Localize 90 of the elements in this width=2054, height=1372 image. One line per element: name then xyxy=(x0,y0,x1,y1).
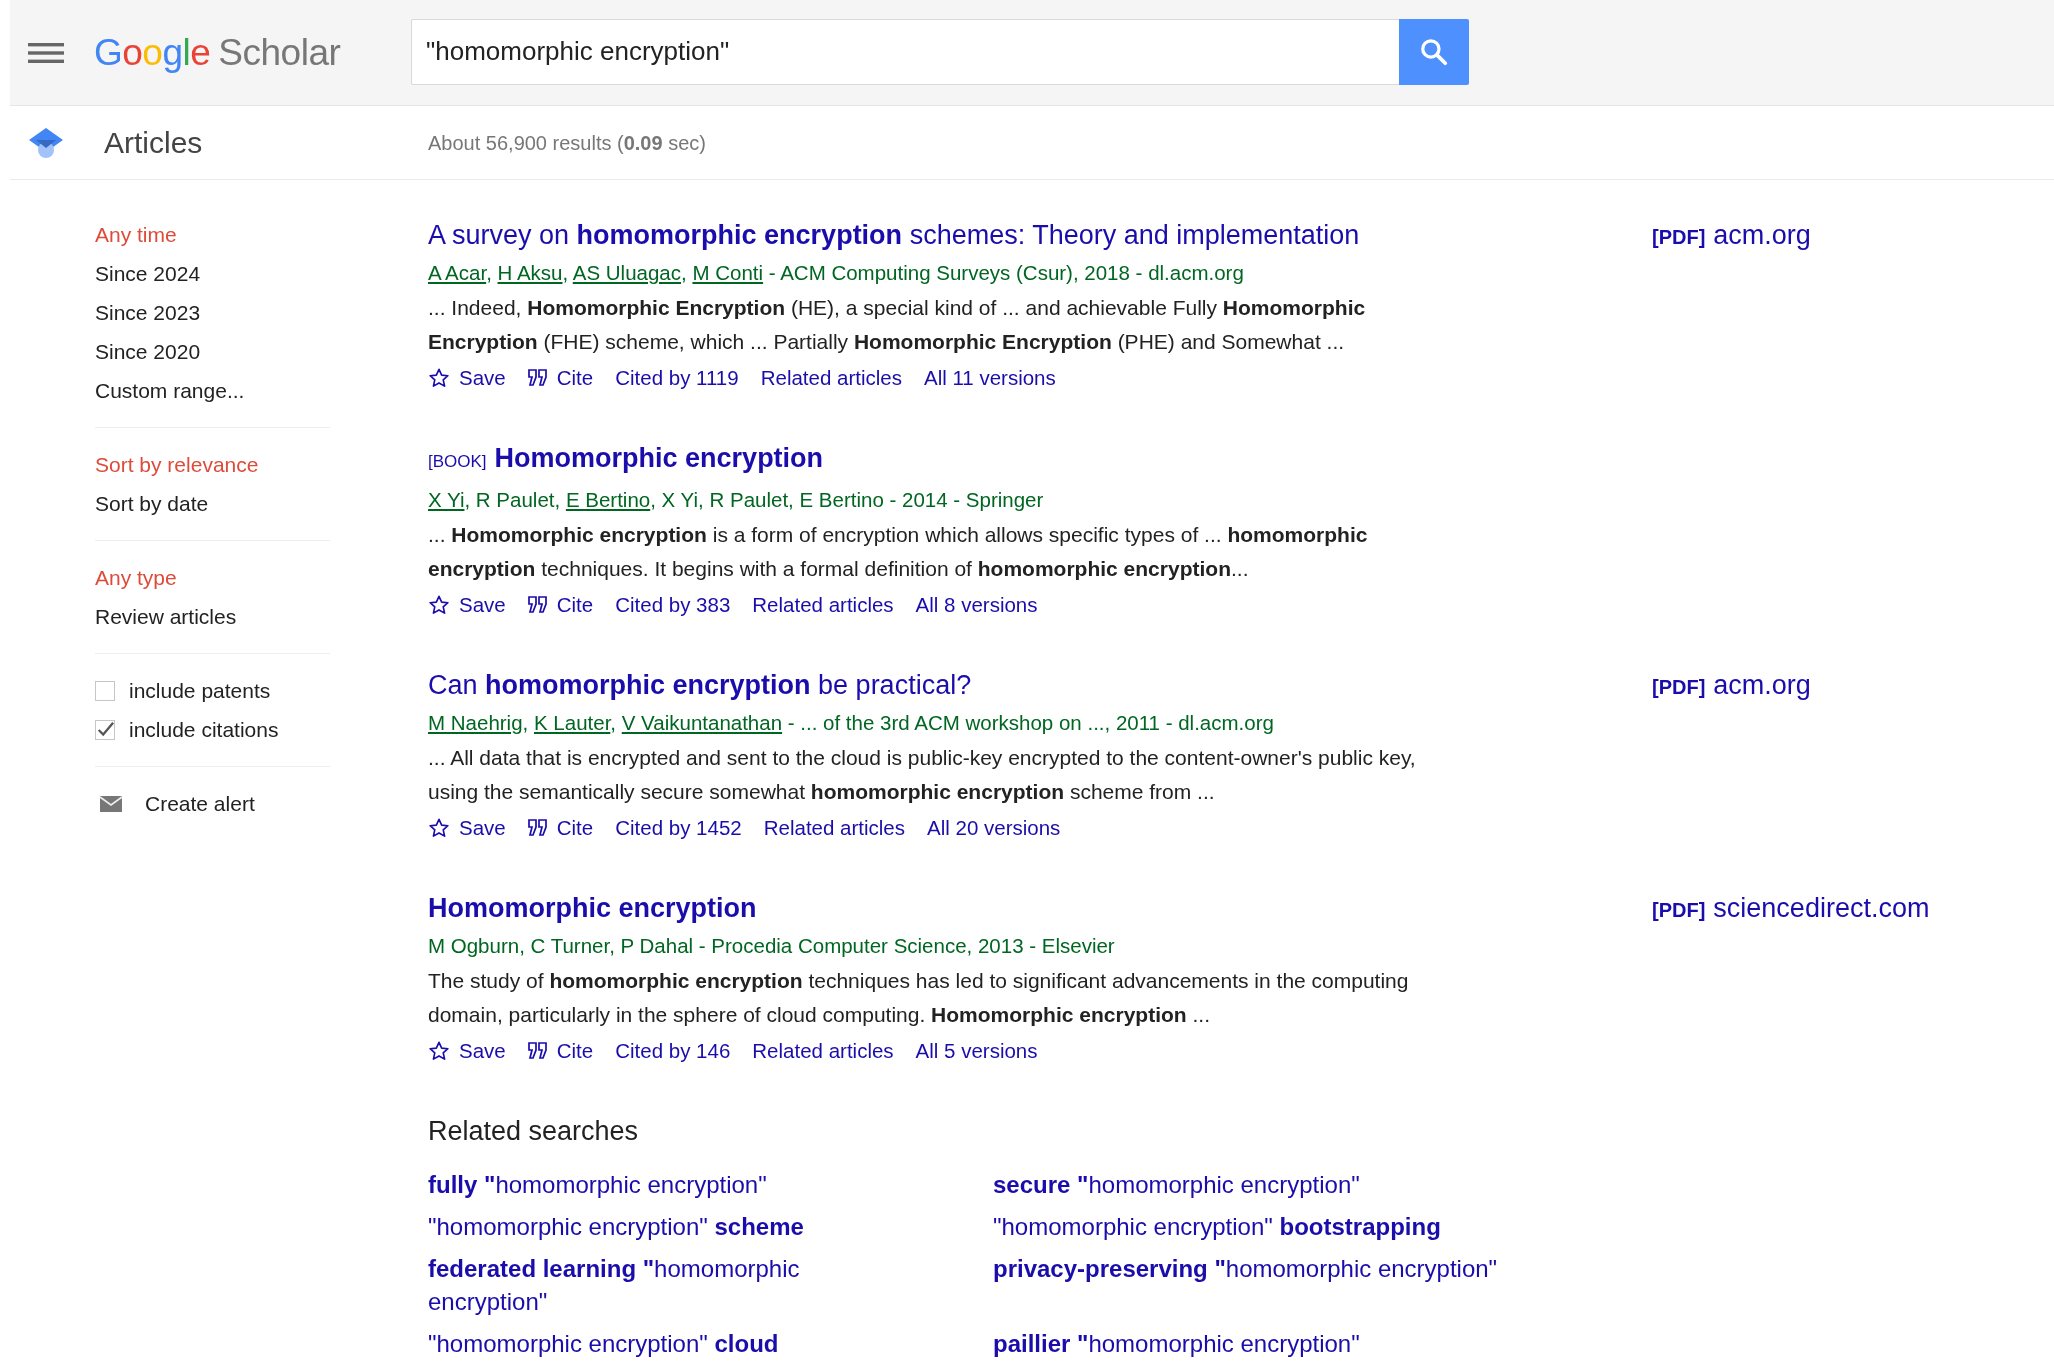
author-link[interactable]: A Acar xyxy=(428,261,487,284)
star-icon xyxy=(428,1040,450,1062)
quote-icon xyxy=(527,1042,548,1060)
cite-link[interactable]: Cite xyxy=(527,359,594,397)
related-search-link[interactable]: privacy-preserving "homomorphic encryption" xyxy=(993,1251,1513,1318)
author-link[interactable]: H Aksu xyxy=(497,261,563,284)
result-snippet: ... Indeed, Homomorphic Encryption (HE), a special kind of ... and achievable Fully Homomorphic Encryption (FHE) scheme, which ... Partially Homomorphic Encryption (PHE) and Somewhat ... xyxy=(428,295,1367,355)
byline-text: , xyxy=(562,261,570,284)
result-snippet: ... All data that is encrypted and sent to the cloud is public-key encrypted to the content-owner's public key, using the semantically secure somewhat homomorphic encryption scheme from ... xyxy=(428,745,1417,805)
checkbox[interactable] xyxy=(95,680,115,701)
star-icon xyxy=(428,817,450,839)
star-icon xyxy=(428,594,450,616)
filter-link[interactable]: Since 2023 xyxy=(95,293,428,332)
result-link[interactable]: All 20 versions xyxy=(927,809,1061,847)
author-link[interactable]: M Naehrig xyxy=(428,711,523,734)
filter-link[interactable]: Any type xyxy=(95,558,428,597)
related-search-link[interactable]: "homomorphic encryption" cloud xyxy=(428,1326,858,1360)
author-link[interactable]: K Lauter xyxy=(533,711,611,734)
checkbox-label[interactable]: include patents xyxy=(129,671,271,710)
result-link[interactable]: Cited by 146 xyxy=(615,1032,731,1070)
related-search-link[interactable]: federated learning "homomorphic encryption" xyxy=(428,1251,858,1318)
byline-text: , X Yi, R Paulet, E Bertino - 2014 - Springer xyxy=(650,488,1044,511)
byline-text: , R Paulet, xyxy=(464,488,562,511)
cap-icon xyxy=(28,125,64,160)
cite-link[interactable]: Cite xyxy=(527,809,594,847)
result-title-link[interactable]: Homomorphic encryption xyxy=(428,893,757,923)
result-link[interactable]: Related articles xyxy=(752,1032,894,1070)
save-link[interactable]: Save xyxy=(428,586,506,624)
author-link[interactable]: V Vaikuntanathan xyxy=(621,711,783,734)
result-snippet: The study of homomorphic encryption techniques has led to significant advancements in the computing domain, particularly in the sphere of cloud computing. Homomorphic encryption ... xyxy=(428,968,1410,1028)
filter-link[interactable]: Any time xyxy=(95,215,428,254)
create-alert-link[interactable]: Create alert xyxy=(95,784,428,823)
result-snippet: ... Homomorphic encryption is a form of encryption which allows specific types of ... homomorphic encryption techniques. It begins with a formal definition of homomorphic encryption... xyxy=(428,522,1369,582)
author-link[interactable]: E Bertino xyxy=(565,488,651,511)
filter-link[interactable]: Sort by relevance xyxy=(95,445,428,484)
save-link[interactable]: Save xyxy=(428,809,506,847)
result-link[interactable]: All 5 versions xyxy=(915,1032,1038,1070)
related-search-link[interactable]: secure "homomorphic encryption" xyxy=(993,1167,1513,1201)
cite-link[interactable]: Cite xyxy=(527,1032,594,1070)
search-field[interactable]: "homomorphic encryption" xyxy=(411,18,1399,85)
result-link[interactable]: Cited by 383 xyxy=(615,586,731,624)
type-tag: [BOOK] xyxy=(428,452,487,471)
logo[interactable]: Google Scholar xyxy=(94,24,411,81)
byline-text: , xyxy=(610,711,618,734)
result-link[interactable]: Cited by 1119 xyxy=(615,359,739,397)
envelope-icon xyxy=(99,794,123,813)
byline-text: - ACM Computing Surveys (Csur), 2018 - dl.acm.org xyxy=(767,261,1244,284)
result-link[interactable]: All 8 versions xyxy=(915,586,1038,624)
pdf-link[interactable]: [PDF] acm.org xyxy=(1652,670,1811,700)
checkbox[interactable] xyxy=(95,719,115,740)
related-search-link[interactable]: fully "homomorphic encryption" xyxy=(428,1167,858,1201)
related-search-link[interactable]: "homomorphic encryption" bootstrapping xyxy=(993,1209,1513,1243)
filter-link[interactable]: Sort by date xyxy=(95,484,428,523)
filter-link[interactable]: Review articles xyxy=(95,597,428,636)
result-title-link[interactable]: Can homomorphic encryption be practical? xyxy=(428,670,972,700)
pdf-link[interactable]: [PDF] acm.org xyxy=(1652,220,1811,250)
related-search-link[interactable]: "homomorphic encryption" scheme xyxy=(428,1209,858,1243)
filter-link[interactable]: Since 2024 xyxy=(95,254,428,293)
star-icon xyxy=(428,367,450,389)
result-title-link[interactable]: A survey on homomorphic encryption schemes: Theory and implementation xyxy=(428,220,1360,250)
byline-text: M Ogburn, C Turner, P Dahal - Procedia Computer Science, 2013 - Elsevier xyxy=(428,934,1115,957)
save-link[interactable]: Save xyxy=(428,359,506,397)
result-link[interactable]: Related articles xyxy=(752,586,894,624)
result-link[interactable]: Related articles xyxy=(763,809,905,847)
filter-link[interactable]: Custom range... xyxy=(95,371,428,410)
author-link[interactable]: X Yi xyxy=(428,488,465,511)
search-icon xyxy=(1419,36,1449,67)
quote-icon xyxy=(527,596,548,614)
byline-text: - ... of the 3rd ACM workshop on ..., 2011 - dl.acm.org xyxy=(786,711,1274,734)
filter-link[interactable]: Since 2020 xyxy=(95,332,428,371)
result-title-link[interactable]: Homomorphic encryption xyxy=(494,443,824,473)
pdf-link[interactable]: [PDF] sciencedirect.com xyxy=(1652,893,1930,923)
results-summary: About 56,900 results (0.09 sec) xyxy=(428,130,706,156)
author-link[interactable]: M Conti xyxy=(692,261,764,284)
byline-text: , xyxy=(681,261,688,284)
cite-link[interactable]: Cite xyxy=(527,586,594,624)
byline-text: , xyxy=(486,261,493,284)
quote-icon xyxy=(527,369,548,387)
quote-icon xyxy=(527,819,548,837)
section-title: Articles xyxy=(104,125,204,161)
byline-text: , xyxy=(522,711,530,734)
result-link[interactable]: Related articles xyxy=(760,359,902,397)
author-link[interactable]: AS Uluagac xyxy=(572,261,682,284)
save-link[interactable]: Save xyxy=(428,1032,506,1070)
checkbox-label[interactable]: include citations xyxy=(129,710,279,749)
result-link[interactable]: All 11 versions xyxy=(923,359,1056,397)
related-search-link[interactable]: paillier "homomorphic encryption" xyxy=(993,1326,1513,1360)
search-button[interactable] xyxy=(1399,18,1469,85)
section-heading: Related searches xyxy=(428,1115,640,1148)
result-link[interactable]: Cited by 1452 xyxy=(615,809,742,847)
